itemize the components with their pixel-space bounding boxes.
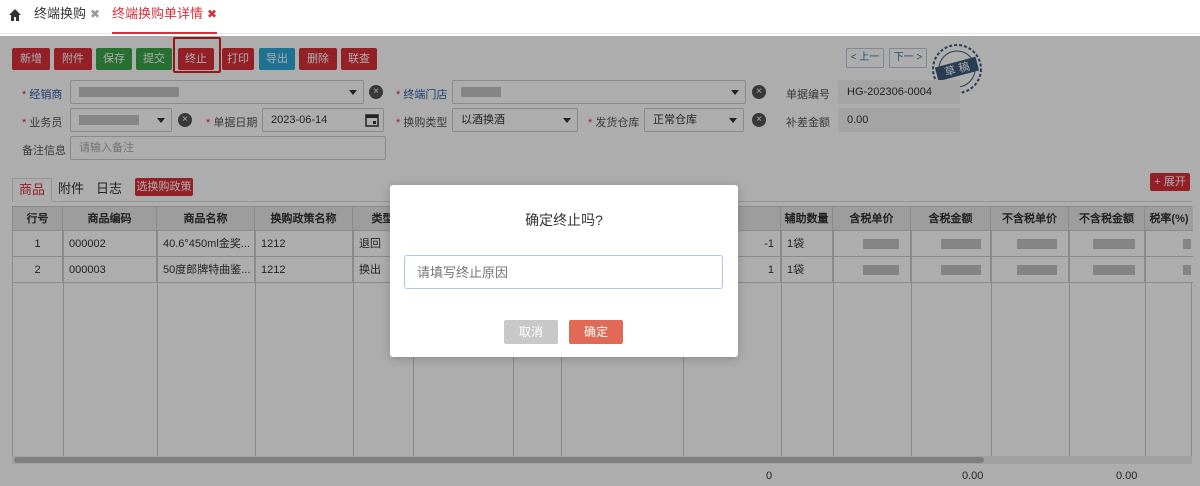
- tab-bar: 终端换购 ✖ 终端换购单详情 ✖: [0, 0, 1200, 34]
- tab-exchange-detail[interactable]: 终端换购单详情 ✖: [112, 0, 218, 34]
- tab-label: 终端换购: [34, 6, 87, 21]
- close-icon[interactable]: ✖: [90, 0, 100, 28]
- tab-terminal-exchange[interactable]: 终端换购 ✖: [34, 0, 100, 34]
- terminate-dialog: 确定终止吗? 取消 确定: [390, 185, 738, 357]
- tab-label: 终端换购单详情: [112, 6, 204, 21]
- home-icon[interactable]: [8, 8, 22, 22]
- cancel-button[interactable]: 取消: [504, 320, 558, 344]
- terminate-reason-input[interactable]: [404, 255, 723, 289]
- dialog-title: 确定终止吗?: [525, 212, 603, 228]
- close-icon[interactable]: ✖: [207, 0, 217, 28]
- confirm-button[interactable]: 确定: [569, 320, 623, 344]
